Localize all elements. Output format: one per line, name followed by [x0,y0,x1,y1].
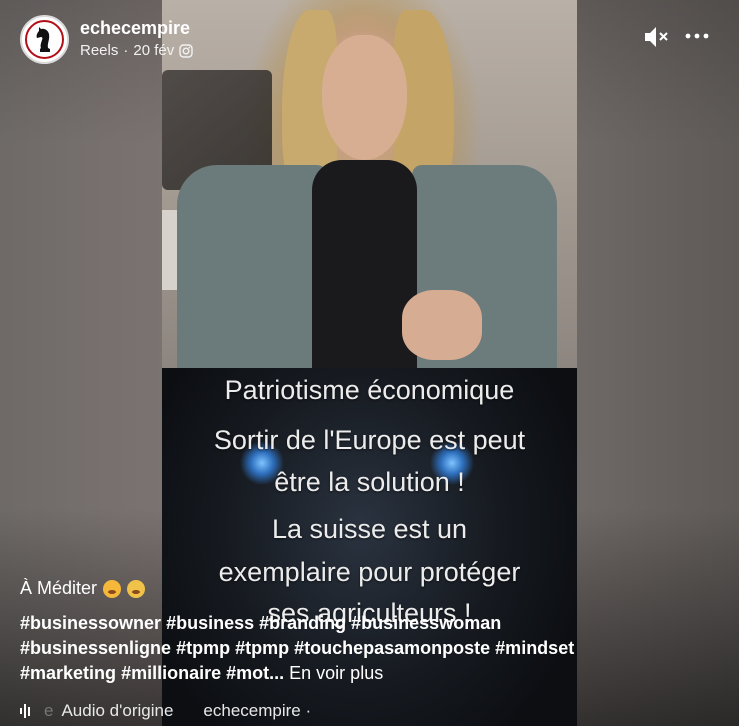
caption-title: À Méditer [20,578,146,599]
audio-label[interactable]: Audio d'origine [61,701,173,721]
more-horizontal-icon [685,33,709,39]
hashtag[interactable]: #touchepasamonposte [294,638,490,658]
see-more-link[interactable]: En voir plus [289,663,383,683]
overlay-line: Sortir de l'Europe est peut [213,425,526,455]
hashtag[interactable]: #business [166,613,254,633]
hashtag-list: #businessowner #business #branding #busi… [20,611,720,686]
avatar-ring [25,20,64,59]
overlay-line: La suisse est un [271,514,468,544]
turtleneck [312,160,417,368]
hands [402,290,482,360]
hashtag[interactable]: #marketing [20,663,116,683]
hashtag[interactable]: #mot... [226,663,284,683]
speaker-muted-icon [645,27,668,47]
avatar[interactable] [20,15,69,64]
audio-artist[interactable]: echecempire · [203,701,311,721]
audio-waveform-icon [20,703,36,719]
post-date[interactable]: 20 fév [133,42,174,59]
more-options-button[interactable] [685,26,709,46]
source-label[interactable]: Reels [80,42,118,59]
hashtag[interactable]: #tpmp [235,638,289,658]
hashtag[interactable]: #branding [259,613,346,633]
overlay-line: être la solution ! [274,467,465,497]
hashtag[interactable]: #millionaire [121,663,221,683]
face [322,35,407,160]
audio-fade-char: e [44,701,54,720]
hashtag[interactable]: #businessenligne [20,638,171,658]
chess-knight-icon [36,26,50,52]
hashtag[interactable]: #tpmp [176,638,230,658]
hashtag[interactable]: #mindset [495,638,574,658]
video-frame-person [162,0,577,368]
hashtag[interactable]: #businesswoman [351,613,501,633]
username[interactable]: echecempire [80,18,190,39]
separator: · [123,42,129,59]
mute-button[interactable] [643,24,671,50]
exploding-head-emoji [127,579,146,598]
thinking-face-emoji [103,579,122,598]
overlay-line: Patriotisme économique [224,375,515,405]
audio-row[interactable]: e Audio d'origine echecempire · [20,701,311,721]
blazer [177,165,327,368]
instagram-icon [179,43,193,58]
caption-text: À Méditer [20,578,98,598]
overlay-line: exemplaire pour protéger [218,557,521,587]
post-meta: Reels · 20 fév [80,42,193,59]
hashtag[interactable]: #businessowner [20,613,161,633]
